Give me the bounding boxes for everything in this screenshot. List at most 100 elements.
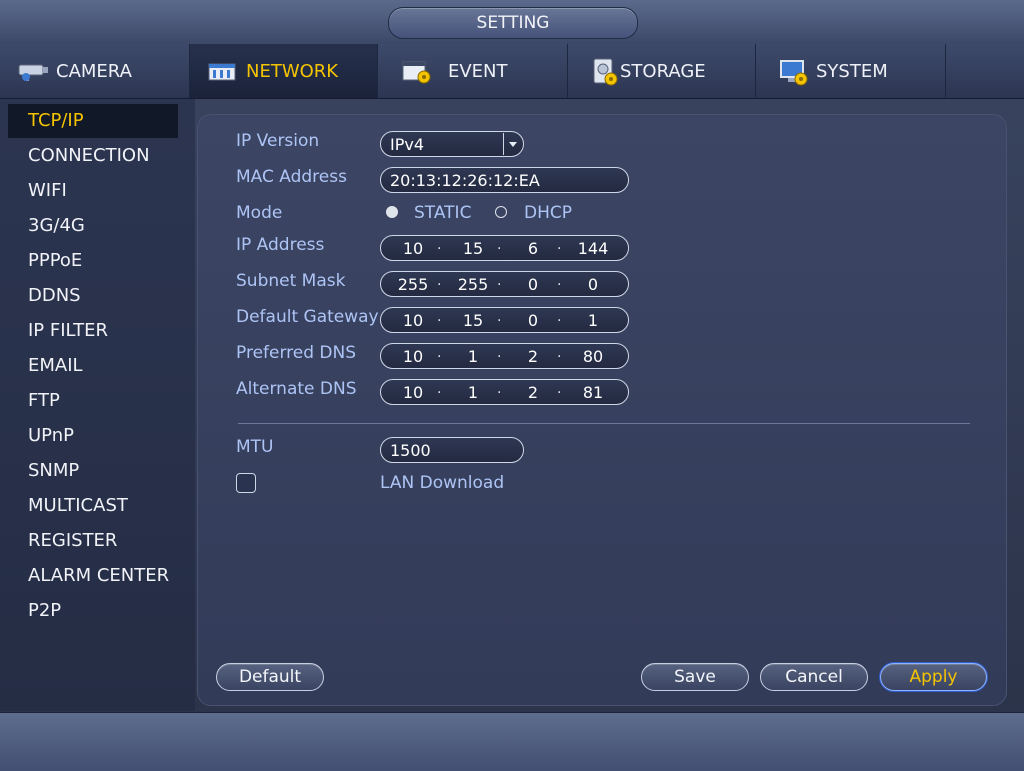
adns-octet-2[interactable]: 1: [453, 383, 493, 402]
mac-address-label: MAC Address: [236, 167, 347, 187]
mode-label: Mode: [236, 203, 283, 223]
ip-dot: .: [437, 345, 442, 361]
mac-address-field: 20:13:12:26:12:EA: [380, 167, 629, 193]
mtu-value: 1500: [390, 441, 431, 460]
tab-network[interactable]: NETWORK: [190, 44, 378, 98]
pdns-octet-3[interactable]: 2: [513, 347, 553, 366]
adns-octet-4[interactable]: 81: [573, 383, 613, 402]
sidebar-item-ftp[interactable]: FTP: [8, 384, 178, 418]
tab-system[interactable]: SYSTEM: [756, 44, 946, 98]
ip-dot: .: [557, 273, 562, 289]
alternate-dns-label: Alternate DNS: [236, 379, 357, 399]
subnet-mask-field[interactable]: 255 . 255 . 0 . 0: [380, 271, 629, 297]
system-icon: [778, 57, 808, 86]
sidebar-item-3g4g[interactable]: 3G/4G: [8, 209, 178, 243]
default-button[interactable]: Default: [216, 663, 324, 691]
sidebar-item-multicast[interactable]: MULTICAST: [8, 489, 178, 523]
subnet-mask-label: Subnet Mask: [236, 271, 346, 291]
event-icon: [400, 57, 432, 85]
mode-static-radio[interactable]: [386, 206, 398, 218]
tab-camera[interactable]: CAMERA: [0, 44, 190, 98]
ip-dot: .: [437, 237, 442, 253]
tab-camera-label: CAMERA: [56, 60, 132, 82]
sidebar-item-p2p[interactable]: P2P: [8, 594, 178, 628]
sidebar-item-pppoe[interactable]: PPPoE: [8, 244, 178, 278]
mask-octet-4[interactable]: 0: [573, 275, 613, 294]
pdns-octet-4[interactable]: 80: [573, 347, 613, 366]
tab-network-label: NETWORK: [246, 60, 339, 82]
sidebar-item-snmp[interactable]: SNMP: [8, 454, 178, 488]
chevron-down-icon[interactable]: [503, 133, 522, 155]
gateway-octet-2[interactable]: 15: [453, 311, 493, 330]
ip-address-field[interactable]: 10 . 15 . 6 . 144: [380, 235, 629, 261]
settings-window: SETTING CAMERA NETWORK EVENT STORAGE SYS…: [0, 0, 1024, 771]
cancel-button[interactable]: Cancel: [760, 663, 868, 691]
ip-dot: .: [497, 273, 502, 289]
lan-download-checkbox[interactable]: [236, 473, 256, 493]
ip-dot: .: [497, 237, 502, 253]
ip-dot: .: [497, 345, 502, 361]
ip-dot: .: [557, 381, 562, 397]
ip-octet-3[interactable]: 6: [513, 239, 553, 258]
apply-button[interactable]: Apply: [880, 663, 987, 691]
adns-octet-1[interactable]: 10: [393, 383, 433, 402]
sidebar-item-register[interactable]: REGISTER: [8, 524, 178, 558]
section-divider: [238, 423, 970, 424]
sidebar-item-email[interactable]: EMAIL: [8, 349, 178, 383]
ip-address-label: IP Address: [236, 235, 325, 255]
default-gateway-label: Default Gateway: [236, 307, 379, 327]
pdns-octet-2[interactable]: 1: [453, 347, 493, 366]
mac-address-value: 20:13:12:26:12:EA: [390, 171, 540, 190]
ip-octet-1[interactable]: 10: [393, 239, 433, 258]
tab-event[interactable]: EVENT: [378, 44, 568, 98]
preferred-dns-field[interactable]: 10 . 1 . 2 . 80: [380, 343, 629, 369]
ip-dot: .: [437, 381, 442, 397]
ip-version-select[interactable]: IPv4: [380, 131, 524, 157]
bottom-bar: [0, 712, 1024, 771]
save-button[interactable]: Save: [641, 663, 749, 691]
ip-dot: .: [497, 381, 502, 397]
sidebar-item-alarm-center[interactable]: ALARM CENTER: [8, 559, 178, 593]
ip-dot: .: [437, 309, 442, 325]
sidebar-item-ip-filter[interactable]: IP FILTER: [8, 314, 178, 348]
network-icon: [206, 57, 238, 85]
sidebar-item-tcpip[interactable]: TCP/IP: [8, 104, 178, 138]
gateway-octet-1[interactable]: 10: [393, 311, 433, 330]
mask-octet-3[interactable]: 0: [513, 275, 553, 294]
gateway-octet-3[interactable]: 0: [513, 311, 553, 330]
mtu-label: MTU: [236, 437, 274, 457]
mode-dhcp-label[interactable]: DHCP: [524, 203, 572, 223]
mode-dhcp-radio[interactable]: [495, 206, 507, 218]
tab-storage-label: STORAGE: [620, 60, 706, 82]
top-tabs: CAMERA NETWORK EVENT STORAGE SYSTEM: [0, 44, 1024, 99]
adns-octet-3[interactable]: 2: [513, 383, 553, 402]
tab-storage[interactable]: STORAGE: [568, 44, 756, 98]
tab-event-label: EVENT: [448, 60, 508, 82]
ip-dot: .: [557, 237, 562, 253]
mask-octet-2[interactable]: 255: [453, 275, 493, 294]
gateway-octet-4[interactable]: 1: [573, 311, 613, 330]
sidebar-item-upnp[interactable]: UPnP: [8, 419, 178, 453]
camera-icon: [16, 57, 48, 85]
sidebar-item-ddns[interactable]: DDNS: [8, 279, 178, 313]
sidebar-item-wifi[interactable]: WIFI: [8, 174, 178, 208]
sidebar: TCP/IP CONNECTION WIFI 3G/4G PPPoE DDNS …: [0, 99, 195, 711]
alternate-dns-field[interactable]: 10 . 1 . 2 . 81: [380, 379, 629, 405]
ip-version-value: IPv4: [390, 135, 425, 154]
mtu-input[interactable]: 1500: [380, 437, 524, 463]
sidebar-item-connection[interactable]: CONNECTION: [8, 139, 178, 173]
ip-dot: .: [437, 273, 442, 289]
ip-octet-2[interactable]: 15: [453, 239, 493, 258]
tab-system-label: SYSTEM: [816, 60, 888, 82]
ip-dot: .: [497, 309, 502, 325]
pdns-octet-1[interactable]: 10: [393, 347, 433, 366]
title-bar: SETTING: [0, 0, 1024, 45]
ip-dot: .: [557, 345, 562, 361]
ip-version-label: IP Version: [236, 131, 320, 151]
window-title: SETTING: [388, 7, 638, 39]
default-gateway-field[interactable]: 10 . 15 . 0 . 1: [380, 307, 629, 333]
ip-octet-4[interactable]: 144: [573, 239, 613, 258]
preferred-dns-label: Preferred DNS: [236, 343, 357, 363]
mask-octet-1[interactable]: 255: [393, 275, 433, 294]
mode-static-label[interactable]: STATIC: [414, 203, 471, 223]
